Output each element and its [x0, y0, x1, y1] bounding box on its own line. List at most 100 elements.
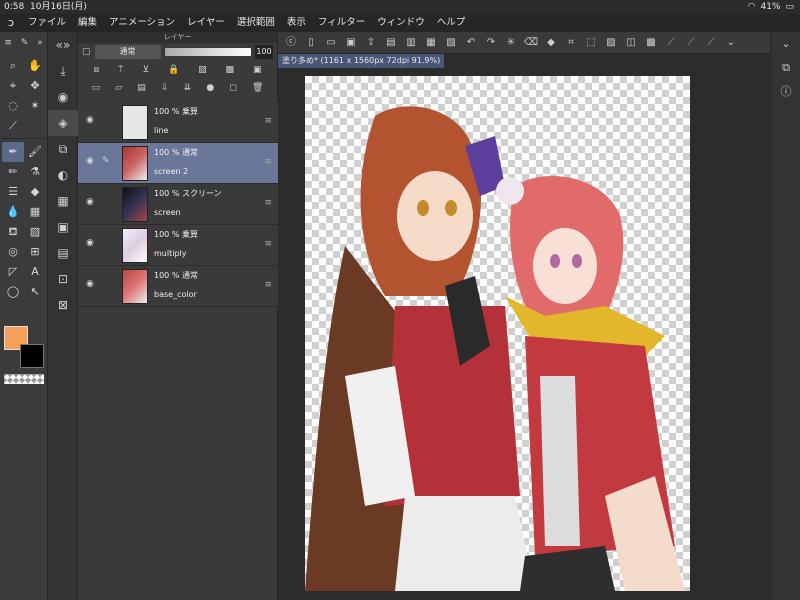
airbrush-icon[interactable]: ⚗: [24, 162, 46, 182]
drag-handle-icon[interactable]: ≡: [264, 239, 272, 249]
image-icon[interactable]: ▣: [48, 214, 78, 240]
hand-icon[interactable]: ✋: [24, 56, 46, 76]
balloon-icon[interactable]: ◯: [2, 282, 24, 302]
layer-row[interactable]: ◉ 100 % 通常 base_color ≡: [78, 266, 278, 307]
new-raster-icon[interactable]: ▭: [92, 83, 101, 93]
drag-handle-icon[interactable]: ≡: [264, 116, 272, 126]
frame-icon[interactable]: ⊞: [24, 242, 46, 262]
grid-icon[interactable]: ▩: [642, 34, 660, 52]
operation-icon[interactable]: ⌖: [2, 76, 24, 96]
delete-layer-icon[interactable]: 🗑: [252, 83, 263, 93]
loading-icon[interactable]: ✳: [502, 34, 520, 52]
gradient-icon[interactable]: ▨: [24, 222, 46, 242]
photo-icon[interactable]: ⊠: [48, 292, 78, 318]
edit-target-icon[interactable]: ✎: [102, 156, 114, 166]
fill-selection-icon[interactable]: ◆: [542, 34, 560, 52]
text-icon[interactable]: A: [24, 262, 46, 282]
invert-selection-icon[interactable]: ▨: [602, 34, 620, 52]
stabilizer-icon-2[interactable]: ⟋: [682, 34, 700, 52]
menu-window[interactable]: ウィンドウ: [371, 14, 431, 32]
menu-icon[interactable]: ≡: [4, 38, 12, 48]
deselect-icon[interactable]: ⬚: [582, 34, 600, 52]
drag-handle-icon[interactable]: ≡: [264, 198, 272, 208]
menu-layer[interactable]: レイヤー: [181, 14, 231, 32]
fill-icon[interactable]: ▦: [24, 202, 46, 222]
collapse-panels-icon[interactable]: «»: [48, 32, 78, 58]
draft-icon[interactable]: ⊻: [142, 65, 149, 75]
export-clip-icon[interactable]: ▧: [442, 34, 460, 52]
brush-icon[interactable]: 🖌: [24, 142, 46, 162]
open-icon[interactable]: ▭: [322, 34, 340, 52]
info-icon[interactable]: ⓘ: [771, 80, 800, 104]
stabilizer-icon-3[interactable]: ⟋: [702, 34, 720, 52]
bucket-icon[interactable]: ⛾: [2, 222, 24, 242]
clip-studio-icon[interactable]: ⓒ: [282, 34, 300, 52]
camera-icon[interactable]: ⊡: [48, 266, 78, 292]
lock-transparent-icon[interactable]: ▧: [198, 65, 207, 75]
visibility-eye-icon[interactable]: ◉: [86, 197, 98, 207]
reference-icon[interactable]: ⍑: [118, 65, 123, 75]
magic-wand-icon[interactable]: ✶: [24, 96, 46, 116]
drag-handle-icon[interactable]: ≡: [264, 280, 272, 290]
pen-icon[interactable]: ✎: [21, 38, 29, 48]
transparent-color-swatch[interactable]: [4, 374, 44, 384]
zoom-icon[interactable]: ⌕: [2, 56, 24, 76]
expand-right-icon[interactable]: ⌄: [771, 32, 800, 56]
pen-tool-icon[interactable]: ✒: [2, 142, 24, 162]
import-icon[interactable]: ⤓: [48, 58, 78, 84]
visibility-eye-icon[interactable]: ◉: [86, 238, 98, 248]
layer-row[interactable]: ◉ ✎ 100 % 通常 screen 2 ≡: [78, 143, 278, 184]
visibility-eye-icon[interactable]: ◉: [86, 156, 98, 166]
export-jpg-icon[interactable]: ▥: [402, 34, 420, 52]
layer-row[interactable]: ◉ 100 % 乗算 line ≡: [78, 102, 278, 143]
navigator-icon[interactable]: ◉: [48, 84, 78, 110]
export-icon[interactable]: ⇪: [362, 34, 380, 52]
clear-icon[interactable]: ⌫: [522, 34, 540, 52]
lasso-icon[interactable]: ◌: [2, 96, 24, 116]
new-vector-icon[interactable]: ▱: [115, 83, 122, 93]
pencil-icon[interactable]: ✏: [2, 162, 24, 182]
sub-color-swatch[interactable]: [20, 344, 44, 368]
color-circle-icon[interactable]: ◐: [48, 162, 78, 188]
folder-icon[interactable]: ▤: [48, 240, 78, 266]
ruler-icon[interactable]: ◸: [2, 262, 24, 282]
expand-icon[interactable]: ⌄: [722, 34, 740, 52]
visibility-eye-icon[interactable]: ◉: [86, 115, 98, 125]
artboard[interactable]: [305, 76, 690, 591]
copy-panel-icon[interactable]: ⧉: [771, 56, 800, 80]
save-icon[interactable]: ▣: [342, 34, 360, 52]
collapse-icon[interactable]: »: [37, 38, 43, 48]
new-file-icon[interactable]: ▯: [302, 34, 320, 52]
undo-icon[interactable]: ↶: [462, 34, 480, 52]
figure-icon[interactable]: ◎: [2, 242, 24, 262]
layer-row[interactable]: ◉ 100 % スクリーン screen ≡: [78, 184, 278, 225]
move-icon[interactable]: ✥: [24, 76, 46, 96]
menu-edit[interactable]: 編集: [72, 14, 103, 32]
opacity-value[interactable]: 100: [255, 45, 273, 59]
selection-icon[interactable]: ◫: [622, 34, 640, 52]
opacity-slider[interactable]: [164, 48, 251, 56]
correct-line-icon[interactable]: ↖: [24, 282, 46, 302]
export-psd-icon[interactable]: ▦: [422, 34, 440, 52]
menu-filter[interactable]: フィルター: [312, 14, 371, 32]
menu-selection[interactable]: 選択範囲: [231, 14, 281, 32]
eraser-icon[interactable]: ◆: [24, 182, 46, 202]
menu-view[interactable]: 表示: [281, 14, 312, 32]
transform-icon[interactable]: ⌗: [562, 34, 580, 52]
document-tab[interactable]: 塗り多め* (1161 x 1560px 72dpi 91.9%): [278, 54, 445, 68]
menu-animation[interactable]: アニメーション: [103, 14, 181, 32]
apply-mask-icon[interactable]: ◻: [229, 83, 236, 93]
blend-icon[interactable]: 💧: [2, 202, 24, 222]
visibility-eye-icon[interactable]: ◉: [86, 279, 98, 289]
add-mask-icon[interactable]: ●: [206, 83, 214, 93]
lock-icon[interactable]: 🔒: [168, 65, 179, 75]
material-icon[interactable]: ▦: [48, 188, 78, 214]
blend-mode-select[interactable]: 通常: [94, 45, 161, 59]
mask-icon[interactable]: ▩: [226, 65, 235, 75]
menu-file[interactable]: ファイル: [22, 14, 72, 32]
redo-icon[interactable]: ↷: [482, 34, 500, 52]
eyedropper-icon[interactable]: ⟋: [2, 116, 24, 136]
decoration-icon[interactable]: ☰: [2, 182, 24, 202]
combine-icon[interactable]: ⇊: [184, 83, 192, 93]
stabilizer-icon-1[interactable]: ⟋: [662, 34, 680, 52]
